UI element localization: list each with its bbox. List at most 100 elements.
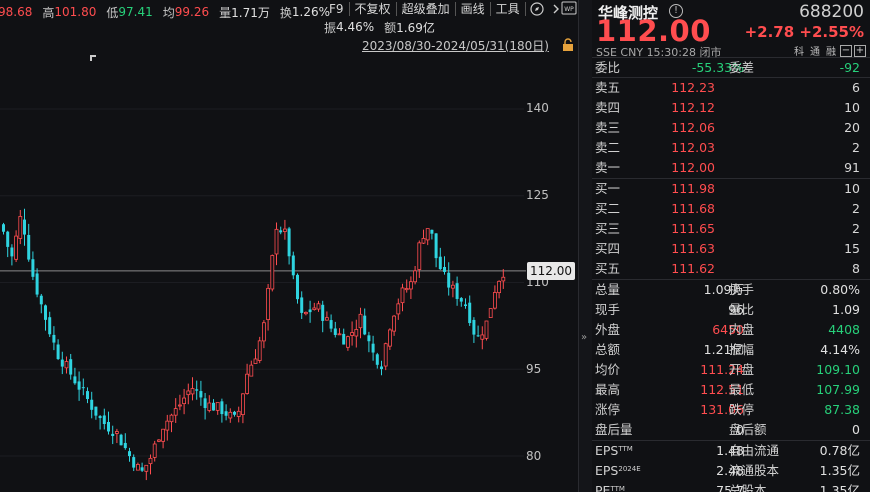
candle-down — [224, 411, 228, 416]
stat-label: 量比 — [729, 302, 755, 317]
bid-row[interactable]: 买三 111.65 2 — [592, 219, 870, 239]
ask-row[interactable]: 卖五 112.23 6 — [592, 78, 870, 98]
stat-label: 振幅 — [729, 342, 755, 357]
candle-up — [425, 228, 430, 241]
candle-up — [249, 364, 254, 377]
minus-box-icon[interactable]: − — [840, 44, 852, 57]
candle-up — [497, 280, 502, 294]
candle-up — [282, 228, 287, 232]
high-label: 高 — [42, 5, 55, 20]
stat-value: 87.38 — [824, 402, 860, 417]
fundamental-label: 总股本 — [729, 483, 767, 492]
stat-row: 盘后量 0 盘后额 0 — [592, 420, 870, 440]
candle-down — [430, 229, 434, 234]
y-tick-125: 125 — [526, 188, 549, 202]
candle-down — [94, 406, 98, 416]
candle-down — [90, 399, 94, 410]
fundamentals-table: EPSTTM 1.48 自由流通 0.78亿 EPS2024E 2.48 流通股本 1.35亿… — [592, 441, 870, 492]
stat-row: 最高 112.51 最低 107.99 — [592, 380, 870, 400]
bid-row[interactable]: 买一 111.98 10 — [592, 179, 870, 199]
ask-volume: 6 — [852, 80, 860, 95]
f9-button[interactable]: F9 — [324, 2, 350, 16]
vol-value: 1.71万 — [231, 5, 270, 20]
bid-row[interactable]: 买四 111.63 15 — [592, 239, 870, 259]
ask-row[interactable]: 卖四 112.12 10 — [592, 98, 870, 118]
ask-book: 卖五 112.23 6 卖四 112.12 10 卖三 112.06 20 卖二 112.03 2 卖一… — [592, 78, 870, 179]
bid-row[interactable]: 买五 111.62 8 — [592, 259, 870, 279]
draw-line-button[interactable]: 画线 — [456, 2, 491, 16]
stock-tags: 科 通 融 − + — [792, 43, 866, 58]
candle-down — [111, 433, 115, 436]
collapse-arrows-icon[interactable]: » — [581, 332, 587, 343]
candle-down — [35, 273, 39, 295]
bid-price: 111.63 — [671, 241, 715, 256]
candle-down — [342, 333, 346, 345]
stat-value: 4408 — [828, 322, 860, 337]
price-change: +2.78 +2.55% — [745, 23, 864, 41]
candle-up — [177, 404, 182, 407]
bid-price: 111.98 — [671, 181, 715, 196]
candle-down — [363, 315, 367, 335]
candle-up — [228, 411, 233, 419]
candle-down — [468, 302, 472, 324]
candle-up — [152, 443, 157, 458]
change-value: +2.78 — [744, 23, 795, 41]
candle-up — [484, 320, 489, 339]
y-tick-80: 80 — [526, 449, 542, 463]
candle-down — [203, 398, 207, 409]
ask-price: 112.06 — [671, 120, 715, 135]
turn-label: 换 — [279, 5, 292, 20]
stat-value: 0.80% — [820, 282, 860, 297]
avg-value: 99.26 — [174, 5, 210, 19]
candle-up — [64, 361, 69, 369]
compass-icon[interactable] — [529, 1, 545, 17]
panel-splitter[interactable]: » — [578, 0, 592, 492]
stat-label: 跌停 — [729, 402, 755, 417]
candle-up — [404, 288, 409, 291]
candle-up — [312, 307, 317, 310]
candle-up — [215, 402, 220, 411]
candle-up — [182, 397, 187, 405]
candle-down — [443, 266, 446, 272]
stat-label: 外盘 — [595, 322, 621, 337]
wp-icon[interactable]: WP — [561, 0, 577, 16]
candle-down — [77, 381, 81, 390]
fundamental-row: EPSTTM 1.48 自由流通 0.78亿 — [592, 441, 870, 461]
avg-label: 均 — [162, 5, 175, 20]
unadjusted-button[interactable]: 不复权 — [350, 2, 397, 16]
vol-label: 量 — [219, 5, 232, 20]
candle-down — [48, 317, 52, 335]
low-label: 低 — [106, 5, 119, 20]
candle-down — [472, 319, 476, 335]
ask-row[interactable]: 卖二 112.03 2 — [592, 138, 870, 158]
candle-down — [52, 334, 56, 343]
bid-price: 111.68 — [671, 201, 715, 216]
candle-up — [115, 431, 119, 434]
tag-rong: 融 — [826, 47, 836, 58]
candle-up — [261, 322, 266, 342]
kline-chart-pane[interactable]: 98.68 高 101.80 低 97.41 均 99.26 量 1.71万 换… — [0, 0, 578, 492]
candle-down — [220, 401, 224, 415]
stat-label: 内盘 — [729, 322, 755, 337]
current-price-tag: 112.00 — [527, 262, 575, 280]
plus-box-icon[interactable]: + — [854, 44, 866, 57]
fundamental-row: EPS2024E 2.48 流通股本 1.35亿 — [592, 461, 870, 481]
stat-value: 107.99 — [816, 382, 860, 397]
candle-up — [396, 303, 401, 315]
stat-label: 最高 — [595, 382, 621, 397]
bid-row[interactable]: 买二 111.68 2 — [592, 199, 870, 219]
overlay-button[interactable]: 超级叠加 — [397, 2, 456, 16]
stat-label: 盘后量 — [595, 422, 633, 437]
candle-down — [434, 233, 438, 259]
candlestick-chart[interactable] — [0, 38, 578, 492]
stat-label: 总量 — [595, 282, 621, 297]
stat-row: 均价 111.24 开盘 109.10 — [592, 360, 870, 380]
bid-volume: 2 — [852, 221, 860, 236]
ask-row[interactable]: 卖三 112.06 20 — [592, 118, 870, 138]
candle-up — [316, 303, 321, 310]
candle-down — [10, 247, 14, 257]
candle-up — [274, 228, 279, 255]
ask-row[interactable]: 卖一 112.00 91 — [592, 158, 870, 178]
tools-button[interactable]: 工具 — [491, 2, 526, 16]
candle-down — [287, 228, 291, 257]
